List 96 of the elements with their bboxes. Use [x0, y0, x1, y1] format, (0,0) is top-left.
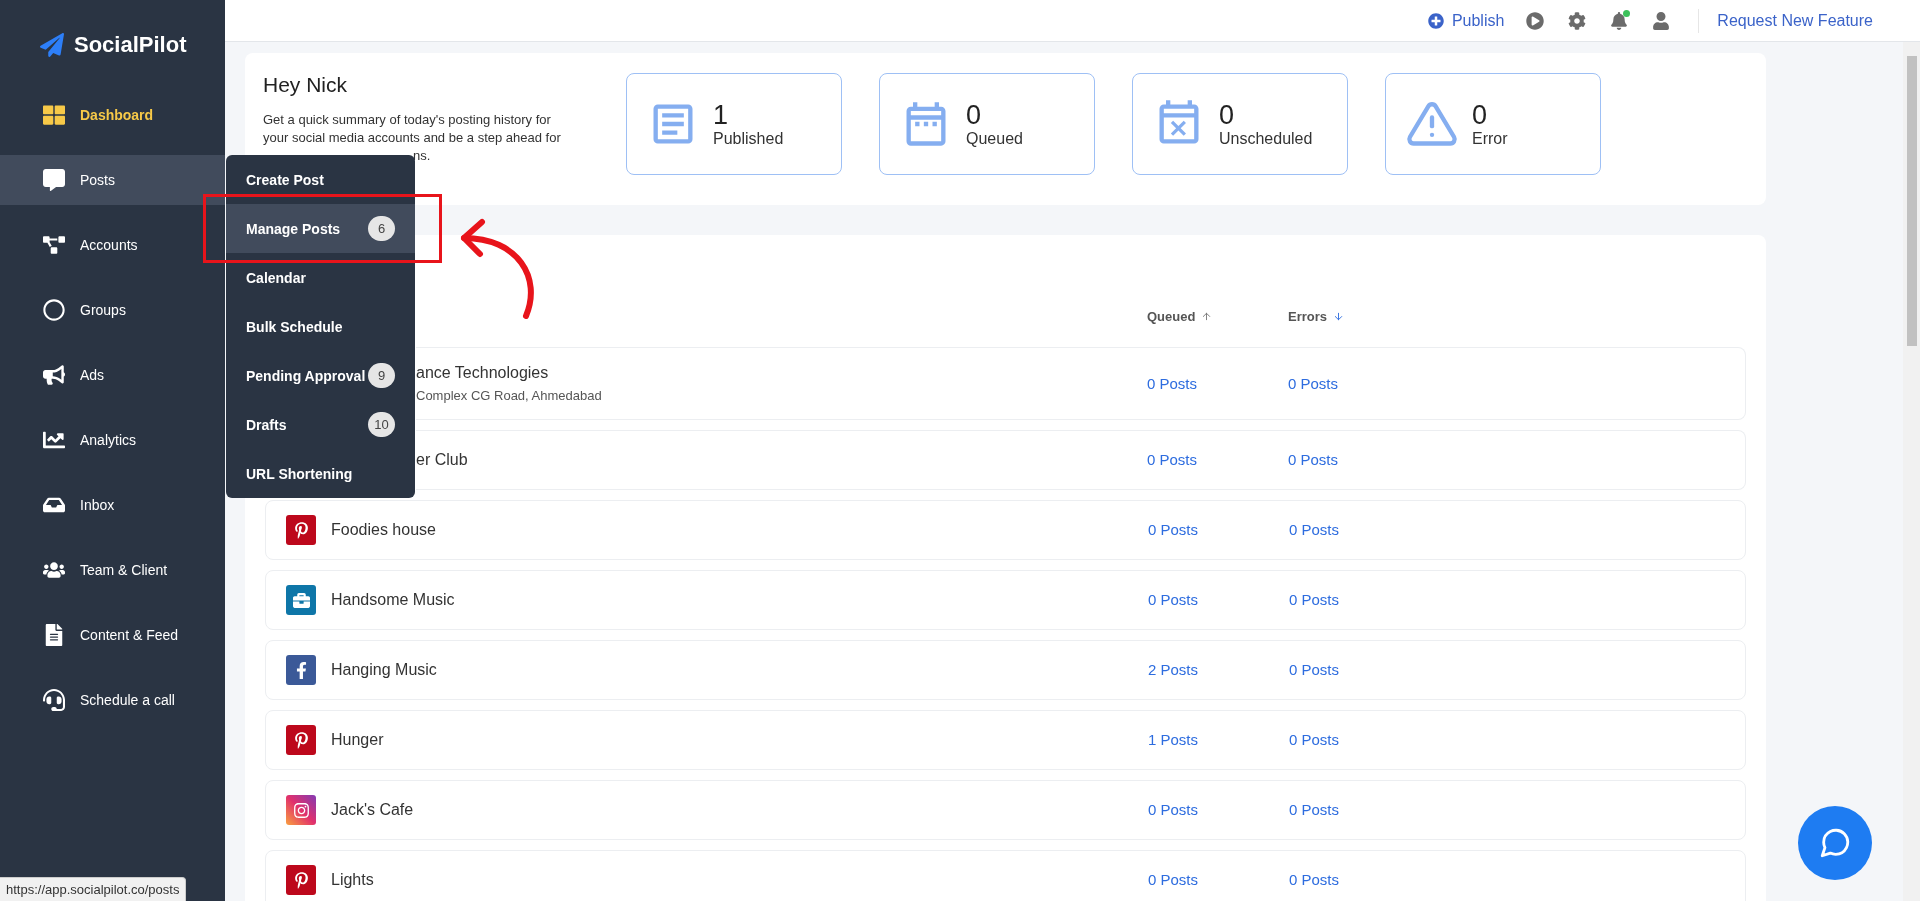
scrollbar[interactable] [1903, 42, 1920, 901]
account-name: Lights [331, 871, 374, 889]
account-row[interactable]: Jack's Cafe 0 Posts 0 Posts [265, 780, 1746, 840]
menu-item[interactable]: Calendar [226, 253, 415, 302]
stat-card[interactable]: 0 Unscheduled [1132, 73, 1348, 175]
sidebar-item[interactable]: Accounts [0, 220, 225, 270]
network-icon [42, 233, 66, 257]
errors-link[interactable]: 0 Posts [1289, 591, 1340, 608]
account-address: Complex CG Road, Ahmedabad [416, 388, 602, 403]
brand-name: SocialPilot [74, 32, 187, 58]
megaphone-icon [42, 363, 66, 387]
stat-value: 0 [966, 100, 983, 130]
sidebar-item[interactable]: Groups [0, 285, 225, 335]
stat-label: Error [1472, 130, 1508, 148]
pinterest-icon [286, 725, 316, 755]
account-name: Hanging Music [331, 661, 437, 679]
arrow-up-icon[interactable] [1201, 310, 1213, 322]
queued-link[interactable]: 0 Posts [1148, 871, 1199, 888]
menu-item[interactable]: URL Shortening [226, 449, 415, 498]
briefcase-icon [286, 585, 316, 615]
account-row[interactable]: Hanging Music 2 Posts 0 Posts [265, 640, 1746, 700]
errors-link[interactable]: 0 Posts [1288, 451, 1339, 468]
bell-icon[interactable] [1610, 11, 1629, 30]
errors-link[interactable]: 0 Posts [1289, 661, 1340, 678]
menu-item[interactable]: Bulk Schedule [226, 302, 415, 351]
menu-item[interactable]: Manage Posts 6 [226, 204, 415, 253]
stat-card[interactable]: 1 Published [626, 73, 842, 175]
sidebar-item[interactable]: Inbox [0, 480, 225, 530]
sidebar-item[interactable]: Dashboard [0, 90, 225, 140]
sidebar-item[interactable]: Posts [0, 155, 225, 205]
count-badge: 10 [368, 412, 395, 437]
column-header[interactable]: Queued [1147, 308, 1196, 324]
comment-icon [42, 168, 66, 192]
account-row[interactable]: Handsome Music 0 Posts 0 Posts [265, 570, 1746, 630]
menu-item[interactable]: Pending Approval 9 [226, 351, 415, 400]
instagram-icon [286, 795, 316, 825]
summary-text: your social media accounts and be a step ahead for [263, 129, 562, 147]
account-name: er Club [416, 451, 468, 469]
account-name: Jack's Cafe [331, 801, 414, 819]
errors-link[interactable]: 0 Posts [1289, 731, 1340, 748]
menu-item[interactable]: Create Post [226, 155, 415, 204]
greeting: Hey Nick [263, 73, 348, 97]
status-url: https://app.socialpilot.co/posts [0, 877, 187, 901]
settings-icon[interactable] [1568, 11, 1587, 30]
queued-link[interactable]: 0 Posts [1147, 374, 1198, 392]
stat-value: 1 [713, 100, 730, 130]
paper-plane-icon [40, 33, 64, 57]
errors-link[interactable]: 0 Posts [1288, 374, 1339, 392]
account-name: Foodies house [331, 521, 436, 539]
stat-label: Unscheduled [1219, 130, 1313, 148]
plus-icon [1427, 12, 1444, 29]
account-name: Handsome Music [331, 591, 455, 609]
queued-link[interactable]: 0 Posts [1148, 521, 1199, 538]
request-feature-link[interactable]: Request New Feature [1717, 11, 1873, 30]
sidebar-item[interactable]: Schedule a call [0, 675, 225, 725]
stat-label: Published [713, 130, 784, 148]
stat-card[interactable]: 0 Error [1385, 73, 1601, 175]
account-name: ance Technologies [416, 364, 550, 382]
summary-text: ns. [412, 147, 432, 165]
queued-link[interactable]: 1 Posts [1148, 731, 1199, 748]
stat-card[interactable]: 0 Queued [879, 73, 1095, 175]
sidebar-item[interactable]: Team & Client [0, 545, 225, 595]
account-name: Hunger [331, 731, 384, 749]
count-badge: 6 [368, 216, 395, 241]
queued-link[interactable]: 0 Posts [1148, 801, 1199, 818]
account-row[interactable]: er Club 0 Posts 0 Posts [416, 430, 1746, 490]
user-icon[interactable] [1652, 11, 1671, 30]
stat-value: 0 [1219, 100, 1236, 130]
summary-text: Get a quick summary of today's posting history for [263, 111, 552, 129]
stat-label: Queued [966, 130, 1023, 148]
sidebar-item[interactable]: Content & Feed [0, 610, 225, 660]
arrow-down-icon[interactable] [1333, 310, 1345, 322]
account-row[interactable]: Lights 0 Posts 0 Posts [265, 850, 1746, 901]
sidebar-item[interactable]: Analytics [0, 415, 225, 465]
queued-link[interactable]: 0 Posts [1148, 591, 1199, 608]
count-badge: 9 [368, 363, 395, 388]
menu-item[interactable]: Drafts 10 [226, 400, 415, 449]
headset-icon [42, 688, 66, 712]
pinterest-icon [286, 865, 316, 895]
queued-link[interactable]: 2 Posts [1148, 661, 1199, 678]
errors-link[interactable]: 0 Posts [1289, 871, 1340, 888]
errors-link[interactable]: 0 Posts [1289, 801, 1340, 818]
stat-value: 0 [1472, 100, 1489, 130]
account-row[interactable]: Foodies house 0 Posts 0 Posts [265, 500, 1746, 560]
publish-button[interactable]: Publish [1427, 11, 1505, 30]
errors-link[interactable]: 0 Posts [1289, 521, 1340, 538]
account-row[interactable]: ance Technologies Complex CG Road, Ahmedabad 0 Posts 0 Posts [416, 347, 1746, 420]
sidebar-item[interactable]: Ads [0, 350, 225, 400]
play-icon[interactable] [1526, 11, 1545, 30]
facebook-icon [286, 655, 316, 685]
account-row[interactable]: Hunger 1 Posts 0 Posts [265, 710, 1746, 770]
chat-icon [1818, 826, 1852, 860]
pinterest-icon [286, 515, 316, 545]
queued-link[interactable]: 0 Posts [1147, 451, 1198, 468]
grid-icon [42, 103, 66, 127]
column-header[interactable]: Errors [1288, 308, 1328, 324]
